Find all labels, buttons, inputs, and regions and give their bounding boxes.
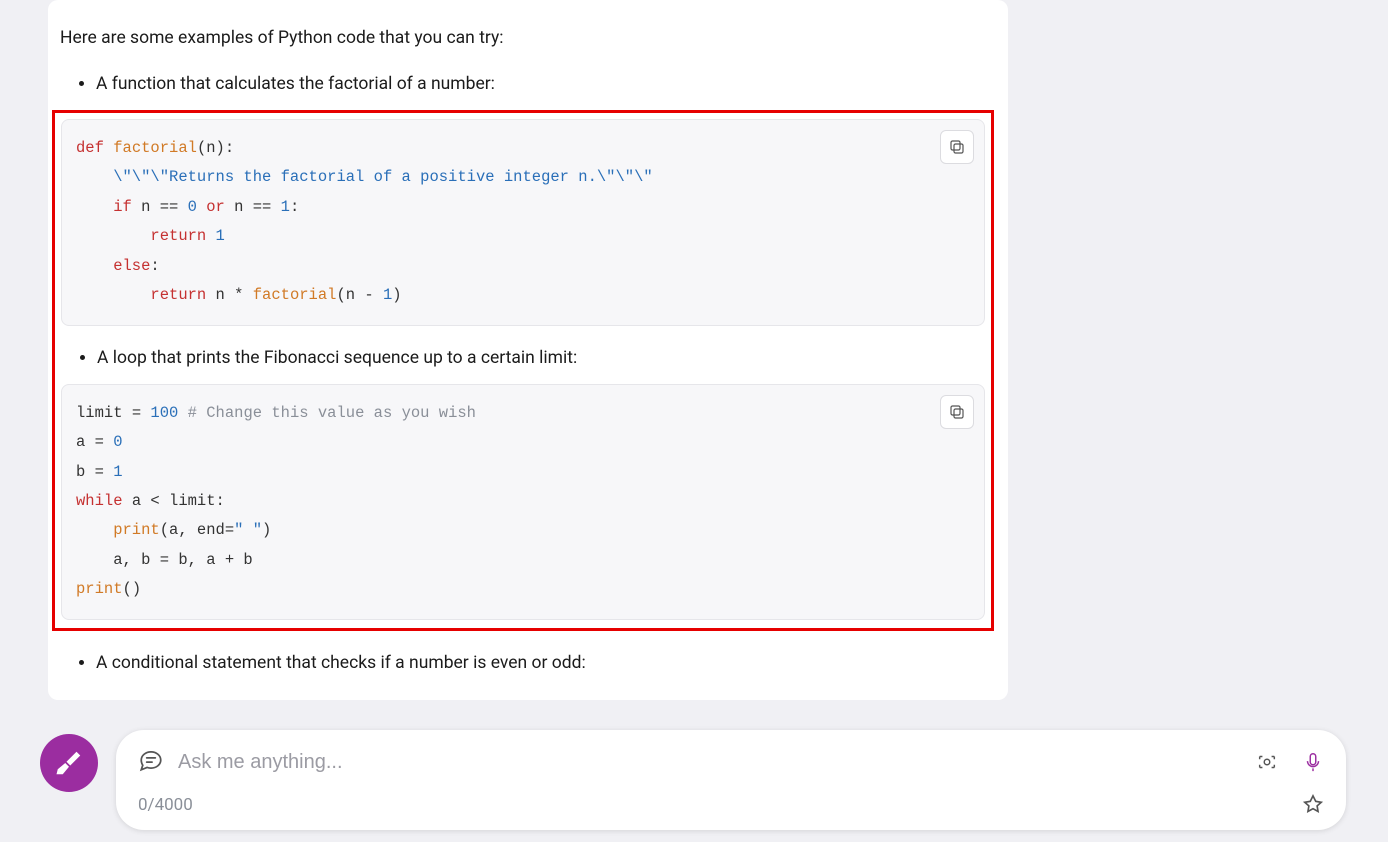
copy-icon xyxy=(948,403,966,421)
message-body: Here are some examples of Python code th… xyxy=(48,24,1008,677)
assistant-message: Here are some examples of Python code th… xyxy=(48,0,1008,700)
image-search-icon xyxy=(1256,751,1278,773)
code-token: n == xyxy=(234,198,281,216)
code-token: # Change this value as you wish xyxy=(188,404,476,422)
compose-card: 0/4000 xyxy=(116,730,1346,830)
bullet-fibonacci: A loop that prints the Fibonacci sequenc… xyxy=(97,344,985,372)
code-token: a, b = b, a + b xyxy=(76,551,253,569)
code-token: 1 xyxy=(281,198,290,216)
copy-button[interactable] xyxy=(940,395,974,429)
code-token: 0 xyxy=(188,198,197,216)
copy-button[interactable] xyxy=(940,130,974,164)
code-token: or xyxy=(197,198,234,216)
code-token: \"\"\"Returns the factorial of a positiv… xyxy=(76,168,653,186)
code-token: : xyxy=(290,198,299,216)
code-token: return xyxy=(76,286,216,304)
code-token: () xyxy=(123,580,142,598)
send-button[interactable] xyxy=(1302,794,1324,816)
code-token: ) xyxy=(262,521,271,539)
code-token: b = xyxy=(76,463,113,481)
compose-right-icons xyxy=(1256,751,1324,773)
code-token: ) xyxy=(392,286,401,304)
code-token: : xyxy=(150,257,159,275)
bullet-evenodd: A conditional statement that checks if a… xyxy=(96,649,988,677)
examples-list-3: A conditional statement that checks if a… xyxy=(60,649,988,677)
code-token: print xyxy=(76,580,123,598)
code-token: 0 xyxy=(113,433,122,451)
code-token: else xyxy=(76,257,150,275)
code-block-factorial: def factorial(n): \"\"\"Returns the fact… xyxy=(61,119,985,326)
code-token: def xyxy=(76,139,104,157)
code-token xyxy=(178,404,187,422)
compose-input[interactable] xyxy=(178,751,1242,774)
intro-text: Here are some examples of Python code th… xyxy=(60,24,988,52)
broom-icon xyxy=(54,748,84,778)
pin-icon xyxy=(1302,794,1324,816)
compose-row-1 xyxy=(138,742,1324,782)
code-token: (n - xyxy=(336,286,383,304)
code-token: n * xyxy=(216,286,253,304)
code-token: while xyxy=(76,492,123,510)
code-highlight-region: def factorial(n): \"\"\"Returns the fact… xyxy=(52,110,994,631)
code-token: 1 xyxy=(216,227,225,245)
examples-list: A function that calculates the factorial… xyxy=(60,70,988,98)
examples-list-2: A loop that prints the Fibonacci sequenc… xyxy=(61,344,985,372)
code-token: limit xyxy=(76,404,123,422)
code-token: factorial xyxy=(253,286,337,304)
code-token: a < limit: xyxy=(123,492,225,510)
code-token: a = xyxy=(76,433,113,451)
code-token: return xyxy=(76,227,216,245)
voice-input-button[interactable] xyxy=(1302,751,1324,773)
code-token: print xyxy=(76,521,160,539)
chat-icon xyxy=(138,747,164,777)
code-token: (a, end= xyxy=(160,521,234,539)
char-counter: 0/4000 xyxy=(138,795,193,815)
copy-icon xyxy=(948,138,966,156)
code-token: 100 xyxy=(150,404,178,422)
code-token: 1 xyxy=(383,286,392,304)
image-search-button[interactable] xyxy=(1256,751,1278,773)
new-topic-button[interactable] xyxy=(40,734,98,792)
code-token: = xyxy=(123,404,151,422)
microphone-icon xyxy=(1302,751,1324,773)
code-token: n == xyxy=(132,198,188,216)
code-token: " " xyxy=(234,521,262,539)
code-token: factorial xyxy=(113,139,197,157)
code-block-fibonacci: limit = 100 # Change this value as you w… xyxy=(61,384,985,620)
bullet-factorial: A function that calculates the factorial… xyxy=(96,70,988,98)
code-token: 1 xyxy=(113,463,122,481)
code-token: (n): xyxy=(197,139,234,157)
compose-footer: 0/4000 xyxy=(0,718,1388,842)
code-token: if xyxy=(76,198,132,216)
compose-row-2: 0/4000 xyxy=(138,788,1324,822)
